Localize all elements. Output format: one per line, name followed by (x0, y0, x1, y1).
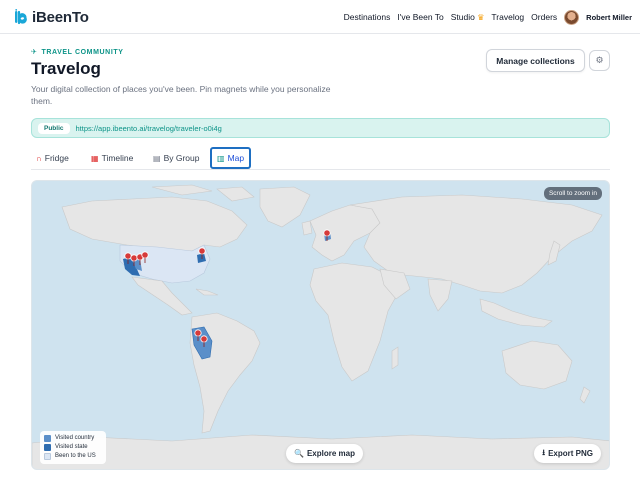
export-png-label: Export PNG (548, 449, 593, 458)
nav-travelog[interactable]: Travelog (491, 12, 524, 22)
avatar[interactable] (564, 9, 580, 25)
public-url-link[interactable]: https://app.ibeento.ai/travelog/traveler… (76, 124, 222, 133)
land-uk (301, 220, 313, 236)
tab-map[interactable]: ▥ Map (210, 147, 252, 169)
world-map[interactable]: Scroll to zoom in Visited country Visite… (31, 180, 610, 470)
legend-label: Been to the US (55, 453, 96, 459)
logo-icon (14, 9, 30, 25)
export-png-button[interactable]: ⭳ Export PNG (534, 444, 601, 463)
tab-timeline-label: Timeline (101, 153, 134, 163)
nav-links: Destinations I've Been To Studio ♛ Trave… (344, 8, 632, 26)
map-icon: ▥ (217, 153, 225, 163)
land-india (427, 278, 453, 312)
crown-icon: ♛ (477, 13, 485, 22)
search-icon: 🔍 (294, 449, 304, 458)
legend-label: Visited country (55, 435, 95, 441)
settings-button[interactable]: ⚙ (589, 50, 610, 71)
manage-collections-button[interactable]: Manage collections (486, 49, 585, 72)
land-caribbean (195, 288, 219, 296)
eyebrow-label: TRAVEL COMMUNITY (41, 48, 124, 56)
explore-map-button[interactable]: 🔍 Explore map (286, 444, 363, 463)
legend-item: Visited country (44, 434, 102, 443)
user-name[interactable]: Robert Miller (586, 13, 632, 22)
map-legend: Visited country Visited state Been to th… (40, 431, 106, 464)
tab-timeline[interactable]: ▦ Timeline (86, 147, 138, 169)
land-mexico (131, 276, 193, 316)
calendar-icon: ▦ (91, 153, 99, 163)
top-nav: iBeenTo Destinations I've Been To Studio… (0, 0, 640, 34)
public-badge: Public (38, 122, 70, 134)
land-madagascar (391, 346, 399, 370)
land-new-zealand (579, 386, 591, 404)
legend-swatch (44, 435, 51, 442)
tab-map-label: Map (227, 153, 245, 163)
legend-item: Visited state (44, 443, 102, 452)
legend-swatch (44, 453, 51, 460)
tab-fridge-label: Fridge (44, 153, 69, 163)
view-tabs: ∩ Fridge ▦ Timeline ▤ By Group ▥ Map (31, 146, 610, 170)
nav-ive-been-to[interactable]: I've Been To (397, 12, 443, 22)
download-icon: ⭳ (542, 447, 546, 457)
plane-icon: ✈ (31, 49, 38, 56)
land-canada (61, 196, 248, 252)
magnet-icon: ∩ (36, 153, 42, 163)
nav-orders[interactable]: Orders (531, 12, 557, 22)
logo-text: iBeenTo (32, 8, 89, 26)
grid-icon: ▤ (153, 153, 161, 163)
eyebrow: ✈ TRAVEL COMMUNITY (31, 48, 124, 57)
page-subtitle: Your digital collection of places you've… (31, 84, 331, 106)
tab-by-group[interactable]: ▤ By Group (148, 147, 204, 169)
tab-by-group-label: By Group (163, 153, 200, 163)
nav-studio-label: Studio (450, 12, 475, 22)
legend-item: Been to the US (44, 452, 102, 461)
public-url-bar: Public https://app.ibeento.ai/travelog/t… (31, 118, 610, 138)
explore-map-label: Explore map (306, 449, 355, 458)
logo[interactable]: iBeenTo (14, 8, 89, 26)
land-southeast-asia (479, 298, 553, 328)
scroll-zoom-hint: Scroll to zoom in (543, 187, 602, 200)
tab-fridge[interactable]: ∩ Fridge (31, 147, 74, 169)
world-map-canvas[interactable] (32, 181, 610, 470)
page-title: Travelog (31, 59, 101, 78)
legend-swatch (44, 444, 51, 451)
gear-icon: ⚙ (595, 55, 604, 65)
nav-studio[interactable]: Studio ♛ (451, 12, 485, 22)
land-greenland (259, 186, 311, 228)
nav-destinations[interactable]: Destinations (344, 12, 391, 22)
land-australia (501, 340, 573, 390)
legend-label: Visited state (55, 444, 88, 450)
